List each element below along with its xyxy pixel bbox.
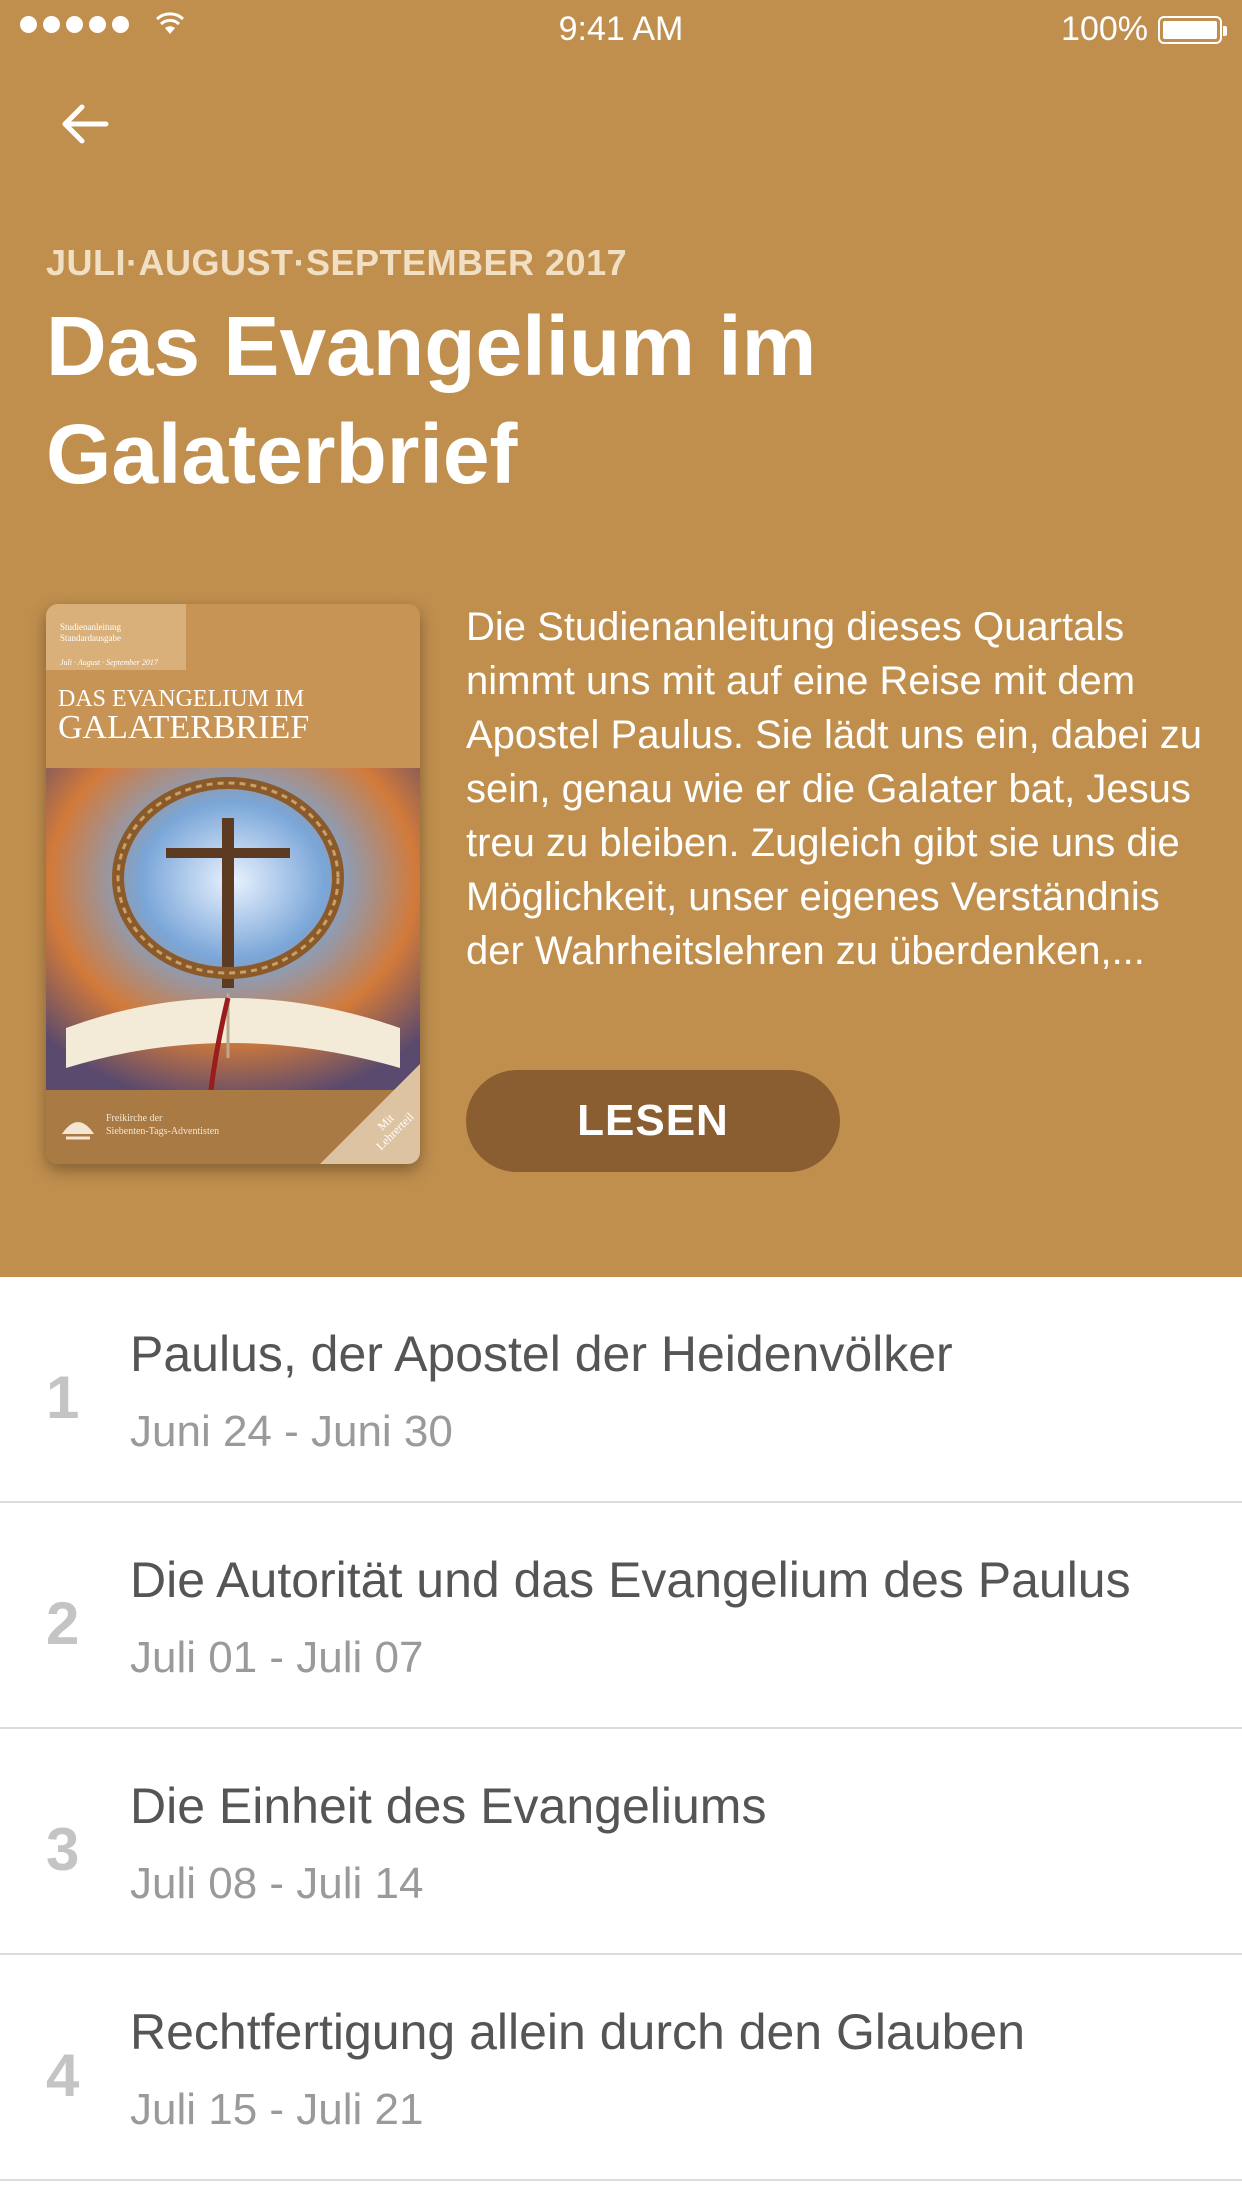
lesson-number: 1: [46, 1364, 80, 1431]
lesson-dates: Juli 01 - Juli 07: [130, 1633, 424, 1682]
back-button[interactable]: [48, 88, 120, 160]
status-bar: 9:41 AM 100%: [0, 0, 1242, 60]
lesson-list: 1 Paulus, der Apostel der Heidenvölker J…: [0, 1277, 1242, 2181]
quarter-label: JULI·AUGUST·SEPTEMBER 2017: [46, 242, 628, 283]
lesson-number: 2: [46, 1590, 80, 1657]
read-button[interactable]: LESEN: [466, 1070, 840, 1172]
cover-period: Juli · August · September 2017: [60, 658, 158, 667]
page-title: Das Evangelium im Galaterbrief: [46, 299, 817, 501]
battery-icon: [1158, 15, 1227, 44]
battery-percentage: 100%: [1061, 10, 1148, 48]
lesson-dates: Juli 15 - Juli 21: [130, 2085, 424, 2134]
lesson-item[interactable]: 1 Paulus, der Apostel der Heidenvölker J…: [0, 1277, 1242, 1503]
lesson-number: 3: [46, 1816, 80, 1883]
lesson-dates: Juli 08 - Juli 14: [130, 1859, 424, 1908]
lesson-number: 4: [46, 2042, 80, 2109]
arrow-left-icon: [62, 104, 109, 144]
lesson-item[interactable]: 3 Die Einheit des Evangeliums Juli 08 - …: [0, 1729, 1242, 1955]
lesson-item[interactable]: 4 Rechtfertigung allein durch den Glaube…: [0, 1955, 1242, 2181]
lesson-title: Rechtfertigung allein durch den Glauben: [130, 2004, 1026, 2060]
status-time: 9:41 AM: [558, 10, 684, 48]
quarterly-description: Die Studienanleitung dieses Quartals nim…: [466, 605, 1203, 973]
cover-artwork: [46, 768, 420, 1090]
lesson-dates: Juni 24 - Juni 30: [130, 1407, 453, 1456]
lesson-item[interactable]: 2 Die Autorität und das Evangelium des P…: [0, 1503, 1242, 1729]
quarterly-cover-image: Studienanleitung Standardausgabe Juli · …: [46, 604, 420, 1164]
lesson-title: Die Einheit des Evangeliums: [130, 1778, 767, 1834]
lesson-title: Paulus, der Apostel der Heidenvölker: [130, 1326, 953, 1382]
cover-organization: Freikirche der Siebenten-Tags-Adventiste…: [106, 1113, 220, 1137]
lesson-title: Die Autorität und das Evangelium des Pau…: [130, 1552, 1131, 1608]
cover-title-line2: GALATERBRIEF: [58, 709, 310, 746]
quarterly-header: 9:41 AM 100% JULI·AUGUST·SEPTEMBER 2017 …: [0, 0, 1242, 1277]
church-logo-icon: [62, 1122, 94, 1140]
